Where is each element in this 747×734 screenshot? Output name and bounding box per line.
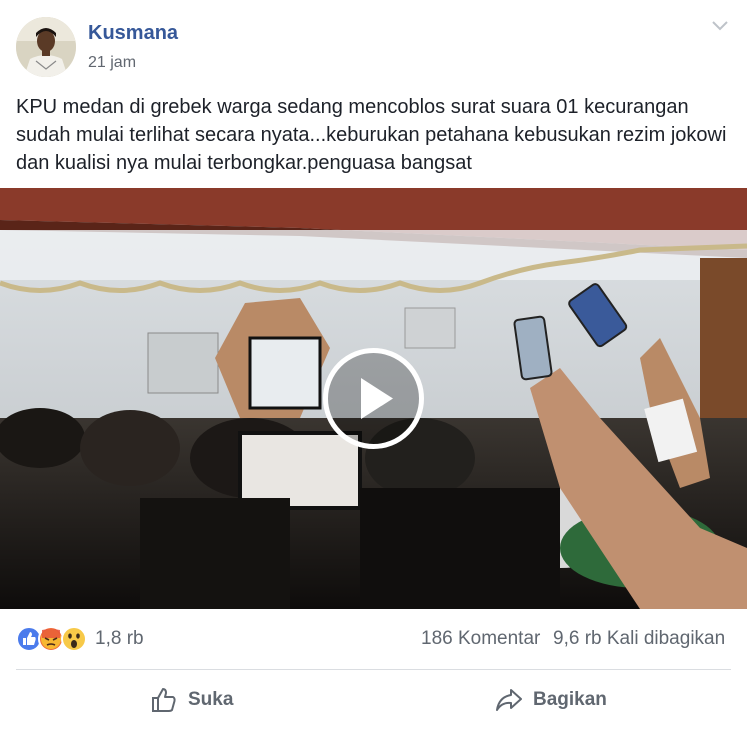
like-label: Suka	[188, 689, 234, 710]
angry-icon	[38, 626, 64, 652]
author-avatar[interactable]	[16, 17, 76, 77]
comment-count[interactable]: 186 Komentar	[421, 628, 540, 650]
post-timestamp[interactable]: 21 jam	[88, 54, 136, 72]
post-text: KPU medan di grebek warga sedang mencobl…	[16, 96, 727, 174]
facebook-post: Kusmana 21 jam KPU medan di grebek warga…	[0, 0, 747, 734]
like-button[interactable]: Suka	[150, 680, 233, 720]
chevron-down-icon[interactable]	[711, 19, 729, 33]
share-button[interactable]: Bagikan	[495, 680, 607, 720]
share-arrow-icon	[496, 689, 522, 711]
author-name[interactable]: Kusmana	[88, 22, 178, 45]
share-count[interactable]: 9,6 rb Kali dibagikan	[553, 628, 725, 650]
reaction-count[interactable]: 1,8 rb	[95, 628, 144, 650]
share-label: Bagikan	[533, 689, 607, 710]
like-icon	[16, 626, 42, 652]
post-video[interactable]	[0, 188, 747, 609]
play-icon[interactable]	[321, 346, 426, 451]
wow-icon	[61, 626, 87, 652]
thumbs-up-icon	[152, 688, 176, 712]
reaction-icons[interactable]	[16, 626, 90, 652]
divider	[16, 669, 731, 670]
